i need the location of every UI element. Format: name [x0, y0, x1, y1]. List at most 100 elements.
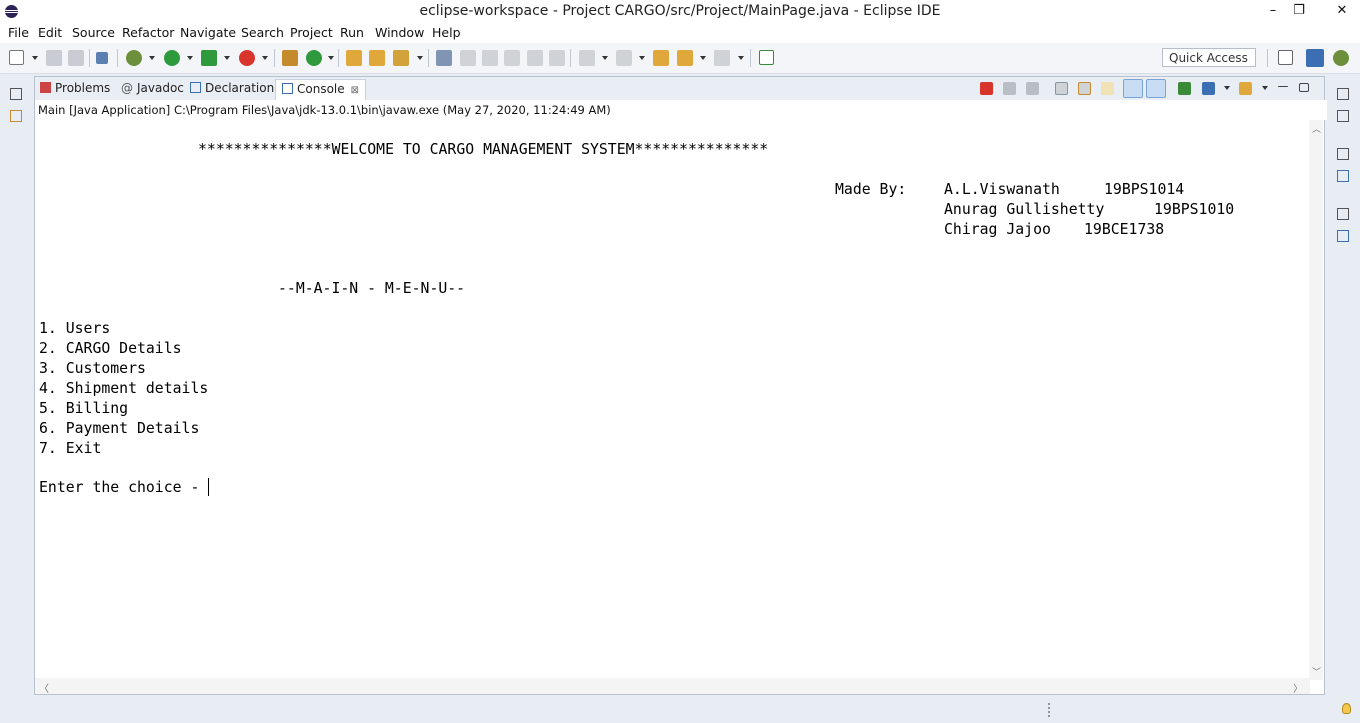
tab-javadoc[interactable]: @ Javadoc [121, 79, 184, 99]
minimized-view-icon[interactable] [1337, 230, 1349, 242]
console-output[interactable]: ***************WELCOME TO CARGO MANAGEME… [35, 120, 1308, 678]
menu-source[interactable]: Source [72, 25, 115, 40]
console-panel: Problems @ Javadoc Declaration Console ⊠ M… [34, 76, 1327, 695]
new-java-class-icon[interactable] [306, 50, 322, 66]
remove-launch-icon[interactable] [1003, 82, 1016, 95]
new-java-package-icon[interactable] [282, 50, 298, 66]
display-selected-console-icon[interactable] [1202, 82, 1215, 95]
menu-option: 7. Exit [39, 440, 102, 457]
tab-problems-label: Problems [55, 81, 111, 95]
author-id: 19BPS1014 [1104, 181, 1185, 198]
search-dropdown-icon[interactable] [417, 56, 423, 60]
close-tab-icon[interactable]: ⊠ [351, 85, 359, 96]
tab-console-label: Console [297, 82, 345, 96]
console-launch-info: Main [Java Application] C:\Program Files… [35, 100, 1327, 120]
restore-right-view-icon[interactable] [1337, 88, 1349, 100]
block-selection-icon[interactable] [482, 50, 498, 66]
forward-dropdown-icon[interactable] [738, 56, 744, 60]
horizontal-scrollbar[interactable]: 〈 〉 [35, 678, 1310, 695]
search-icon[interactable] [393, 50, 409, 66]
run-dropdown-icon[interactable] [187, 56, 193, 60]
skip-breakpoints-icon[interactable] [96, 52, 108, 64]
next-annotation-icon[interactable] [579, 50, 595, 66]
scroll-up-icon[interactable]: ︿ [1312, 122, 1321, 135]
menu-navigate[interactable]: Navigate [180, 25, 236, 40]
show-console-on-output-icon[interactable] [1123, 79, 1143, 98]
tip-lightbulb-icon[interactable] [1342, 703, 1351, 714]
outline-icon[interactable] [1337, 170, 1349, 182]
debug-dropdown-icon[interactable] [149, 56, 155, 60]
coverage-icon[interactable] [201, 50, 217, 66]
menu-window[interactable]: Window [375, 25, 424, 40]
tab-declaration[interactable]: Declaration [190, 79, 274, 99]
new-dropdown-icon[interactable] [32, 56, 38, 60]
back-dropdown-icon[interactable] [700, 56, 706, 60]
clear-console-icon[interactable] [1055, 82, 1068, 95]
save-all-icon[interactable] [68, 50, 84, 66]
open-perspective-icon[interactable] [1278, 50, 1293, 65]
forward-icon[interactable] [714, 50, 730, 66]
pilcrow-icon[interactable] [549, 50, 565, 66]
menu-option: 5. Billing [39, 400, 129, 417]
open-console-dropdown-icon[interactable] [1262, 86, 1268, 90]
vertical-scrollbar[interactable]: ︿ ﹀ [1309, 120, 1323, 680]
menu-project[interactable]: Project [290, 25, 333, 40]
external-tools-icon[interactable] [239, 50, 255, 66]
word-wrap-icon[interactable] [504, 50, 520, 66]
main-menu-title: --M-A-I-N - M-E-N-U-- [278, 280, 466, 297]
back-icon[interactable] [677, 50, 693, 66]
tab-problems[interactable]: Problems [40, 79, 110, 99]
remove-all-terminated-icon[interactable] [1026, 82, 1039, 95]
restore-view-icon[interactable] [10, 88, 22, 100]
menu-refactor[interactable]: Refactor [122, 25, 174, 40]
toggle-breadcrumb-icon[interactable] [460, 50, 476, 66]
next-annotation-dropdown-icon[interactable] [602, 56, 608, 60]
input-prompt-line: Enter the choice - [39, 478, 210, 498]
new-icon[interactable] [9, 50, 24, 65]
show-whitespace-icon[interactable] [527, 50, 543, 66]
quick-access-field[interactable]: Quick Access [1162, 48, 1256, 67]
menu-help[interactable]: Help [432, 25, 461, 40]
previous-annotation-dropdown-icon[interactable] [639, 56, 645, 60]
toggle-mark-occurrences-icon[interactable] [436, 50, 452, 66]
menu-file[interactable]: File [8, 25, 29, 40]
close-window-button[interactable]: ✕ [1324, 0, 1360, 23]
maximize-view-icon[interactable] [1299, 83, 1309, 92]
last-edit-location-icon[interactable] [653, 50, 669, 66]
run-icon[interactable] [164, 50, 180, 66]
menu-bar: File Edit Source Refactor Navigate Searc… [0, 23, 1360, 43]
tab-console[interactable]: Console ⊠ [275, 79, 367, 100]
open-type-icon[interactable] [346, 50, 362, 66]
pin-console-icon[interactable] [1178, 82, 1191, 95]
java-perspective-icon[interactable] [1306, 49, 1324, 67]
scroll-left-icon[interactable]: 〈 [39, 680, 49, 695]
welcome-banner: ***************WELCOME TO CARGO MANAGEME… [198, 141, 769, 158]
terminate-icon[interactable] [980, 82, 993, 95]
scroll-down-icon[interactable]: ﹀ [1312, 665, 1321, 678]
coverage-dropdown-icon[interactable] [224, 56, 230, 60]
menu-edit[interactable]: Edit [38, 25, 62, 40]
debug-perspective-icon[interactable] [1333, 50, 1349, 66]
restore-outline-icon[interactable] [1337, 148, 1349, 160]
word-wrap-console-icon[interactable] [1101, 82, 1114, 95]
restore-button[interactable]: ❐ [1282, 0, 1316, 23]
menu-run[interactable]: Run [340, 25, 364, 40]
minimize-view-icon[interactable] [1278, 86, 1288, 87]
task-list-icon[interactable] [1337, 110, 1349, 122]
scroll-right-icon[interactable]: 〉 [1293, 680, 1303, 695]
open-console-icon[interactable] [1239, 82, 1252, 95]
debug-icon[interactable] [126, 50, 142, 66]
package-explorer-icon[interactable] [10, 110, 22, 122]
save-icon[interactable] [46, 50, 62, 66]
previous-annotation-icon[interactable] [616, 50, 632, 66]
scroll-lock-icon[interactable] [1078, 82, 1091, 95]
display-console-dropdown-icon[interactable] [1224, 86, 1230, 90]
external-tools-dropdown-icon[interactable] [262, 56, 268, 60]
declaration-icon [190, 82, 201, 93]
pin-editor-icon[interactable] [759, 50, 774, 65]
show-console-on-error-icon[interactable] [1146, 79, 1166, 98]
new-class-dropdown-icon[interactable] [328, 56, 334, 60]
restore-bottom-view-icon[interactable] [1337, 208, 1349, 220]
open-task-icon[interactable] [369, 50, 385, 66]
menu-search[interactable]: Search [241, 25, 284, 40]
